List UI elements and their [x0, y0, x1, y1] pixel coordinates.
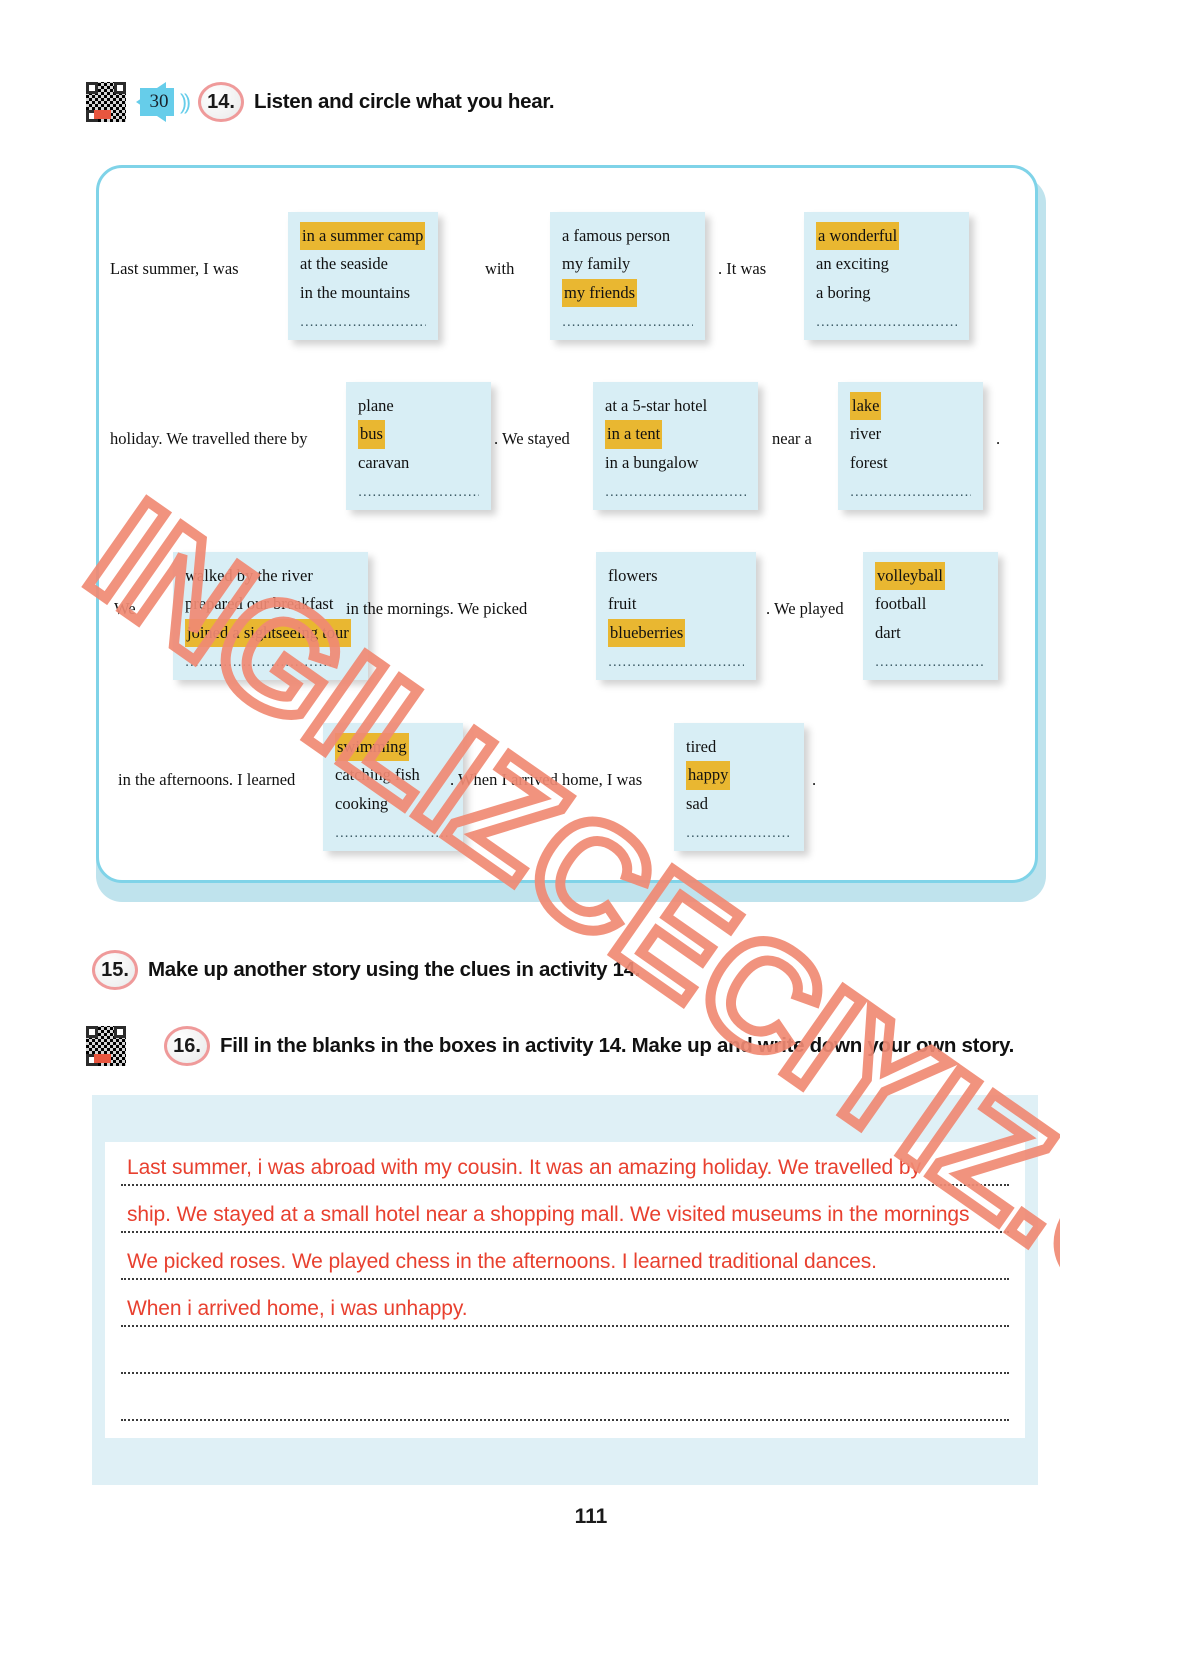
- blank-line[interactable]: ...............................: [300, 314, 426, 329]
- option-item[interactable]: river: [850, 420, 881, 448]
- activity-16-title: Fill in the blanks in the boxes in activ…: [220, 1034, 1014, 1057]
- writing-line: [121, 1278, 1009, 1280]
- option-box-2-2[interactable]: at a 5-star hotel in a tent in a bungalo…: [593, 382, 758, 510]
- sentence-4-lead: in the afternoons. I learned: [118, 770, 296, 789]
- sentence-1-mid-1: with: [485, 259, 515, 278]
- option-item[interactable]: catching fish: [335, 761, 420, 789]
- activity-16-answer-panel: Last summer, i was abroad with my cousin…: [92, 1095, 1038, 1485]
- option-box-4-2[interactable]: tired happy sad ........................…: [674, 723, 804, 851]
- blank-line[interactable]: ...............................: [816, 314, 957, 329]
- sound-waves-icon: )): [180, 90, 191, 114]
- option-item[interactable]: in a bungalow: [605, 449, 698, 477]
- blank-line[interactable]: ...............................: [850, 484, 971, 499]
- writing-line: [121, 1184, 1009, 1186]
- blank-line[interactable]: ...............................: [875, 654, 986, 669]
- option-item[interactable]: plane: [358, 392, 394, 420]
- writing-area[interactable]: Last summer, i was abroad with my cousin…: [105, 1142, 1025, 1438]
- answer-line-2[interactable]: ship. We stayed at a small hotel near a …: [127, 1203, 970, 1227]
- qr-code-icon[interactable]: [86, 1026, 126, 1066]
- option-item[interactable]: a boring: [816, 279, 871, 307]
- option-item[interactable]: blueberries: [608, 618, 686, 648]
- activity-15-header: 15. Make up another story using the clue…: [92, 950, 640, 990]
- activity-14-title: Listen and circle what you hear.: [254, 90, 555, 113]
- option-item[interactable]: tired: [686, 733, 716, 761]
- writing-line: [121, 1231, 1009, 1233]
- activity-16-header: 16. Fill in the blanks in the boxes in a…: [86, 1026, 1014, 1066]
- sentence-4-mid-1: . When I arrived home, I was: [450, 770, 643, 789]
- activity-15-number: 15.: [92, 950, 138, 990]
- option-box-3-1[interactable]: walked by the river prepared our breakfa…: [173, 552, 368, 680]
- option-item[interactable]: forest: [850, 449, 888, 477]
- option-item[interactable]: a wonderful: [816, 222, 900, 251]
- answer-line-3[interactable]: We picked roses. We played chess in the …: [127, 1250, 877, 1274]
- sentence-2-tail: .: [996, 429, 1001, 448]
- sentence-1-mid-2: . It was: [718, 259, 767, 278]
- option-box-1-1[interactable]: in a summer camp at the seaside in the m…: [288, 212, 438, 340]
- blank-line[interactable]: ...............................: [562, 314, 693, 329]
- option-item[interactable]: sad: [686, 790, 708, 818]
- option-item[interactable]: lake: [850, 392, 882, 421]
- sentence-3-lead: We: [114, 599, 136, 618]
- blank-line[interactable]: ...............................: [358, 484, 479, 499]
- sentence-1-lead: Last summer, I was: [110, 259, 239, 278]
- option-box-2-1[interactable]: plane bus caravan ......................…: [346, 382, 491, 510]
- audio-track-number: 30: [149, 91, 169, 112]
- option-box-1-3[interactable]: a wonderful an exciting a boring .......…: [804, 212, 969, 340]
- page-number: 111: [574, 1505, 608, 1528]
- option-item[interactable]: prepared our breakfast: [185, 590, 333, 618]
- option-item[interactable]: dart: [875, 619, 901, 647]
- option-item[interactable]: fruit: [608, 590, 636, 618]
- option-item[interactable]: in a summer camp: [300, 222, 426, 251]
- option-box-4-1[interactable]: swimming catching fish cooking .........…: [323, 723, 463, 851]
- option-item[interactable]: happy: [686, 761, 731, 790]
- writing-line: [121, 1325, 1009, 1327]
- option-item[interactable]: caravan: [358, 449, 409, 477]
- option-box-2-3[interactable]: lake river forest ......................…: [838, 382, 983, 510]
- option-item[interactable]: volleyball: [875, 562, 945, 591]
- writing-line: [121, 1372, 1009, 1374]
- activity-14-panel: Last summer, I was in a summer camp at t…: [88, 165, 1046, 902]
- blank-line[interactable]: ...............................: [608, 654, 744, 669]
- option-item[interactable]: swimming: [335, 733, 409, 762]
- activity-14-header: 30 )) 14. Listen and circle what you hea…: [86, 82, 555, 122]
- activity-15-title: Make up another story using the clues in…: [148, 958, 641, 981]
- activity-16-number: 16.: [164, 1026, 210, 1066]
- qr-code-icon[interactable]: [86, 82, 126, 122]
- speaker-icon: 30: [136, 82, 178, 122]
- option-item[interactable]: walked by the river: [185, 562, 313, 590]
- option-item[interactable]: cooking: [335, 790, 388, 818]
- sentence-3-mid-2: . We played: [766, 599, 844, 618]
- blank-line[interactable]: ...............................: [335, 825, 451, 840]
- sentence-2-lead: holiday. We travelled there by: [110, 429, 308, 448]
- option-item[interactable]: flowers: [608, 562, 657, 590]
- sentence-4-tail: .: [812, 770, 817, 789]
- option-item[interactable]: a famous person: [562, 222, 670, 250]
- option-box-3-3[interactable]: volleyball football dart ...............…: [863, 552, 998, 680]
- option-box-1-2[interactable]: a famous person my family my friends ...…: [550, 212, 705, 340]
- option-item[interactable]: bus: [358, 420, 385, 449]
- option-item[interactable]: joined a sightseeing tour: [185, 618, 351, 648]
- option-box-3-2[interactable]: flowers fruit blueberries ..............…: [596, 552, 756, 680]
- blank-line[interactable]: ...............................: [185, 654, 356, 669]
- answer-line-4[interactable]: When i arrived home, i was unhappy.: [127, 1297, 468, 1321]
- option-item[interactable]: my friends: [562, 278, 638, 308]
- audio-track-badge[interactable]: 30 )): [136, 82, 191, 122]
- activity-14-number: 14.: [198, 82, 244, 122]
- sentence-2-mid-2: near a: [772, 429, 812, 448]
- option-item[interactable]: an exciting: [816, 250, 889, 278]
- answer-line-1[interactable]: Last summer, i was abroad with my cousin…: [127, 1156, 921, 1180]
- sentence-3-mid-1: in the mornings. We picked: [346, 599, 528, 618]
- option-item[interactable]: in the mountains: [300, 279, 410, 307]
- sentence-2-mid-1: . We stayed: [494, 429, 570, 448]
- writing-line: [121, 1419, 1009, 1421]
- option-item[interactable]: football: [875, 590, 926, 618]
- option-item[interactable]: at the seaside: [300, 250, 388, 278]
- blank-line[interactable]: ...............................: [686, 825, 792, 840]
- option-item[interactable]: in a tent: [605, 420, 663, 449]
- option-item[interactable]: at a 5-star hotel: [605, 392, 707, 420]
- blank-line[interactable]: ...............................: [605, 484, 746, 499]
- option-item[interactable]: my family: [562, 250, 630, 278]
